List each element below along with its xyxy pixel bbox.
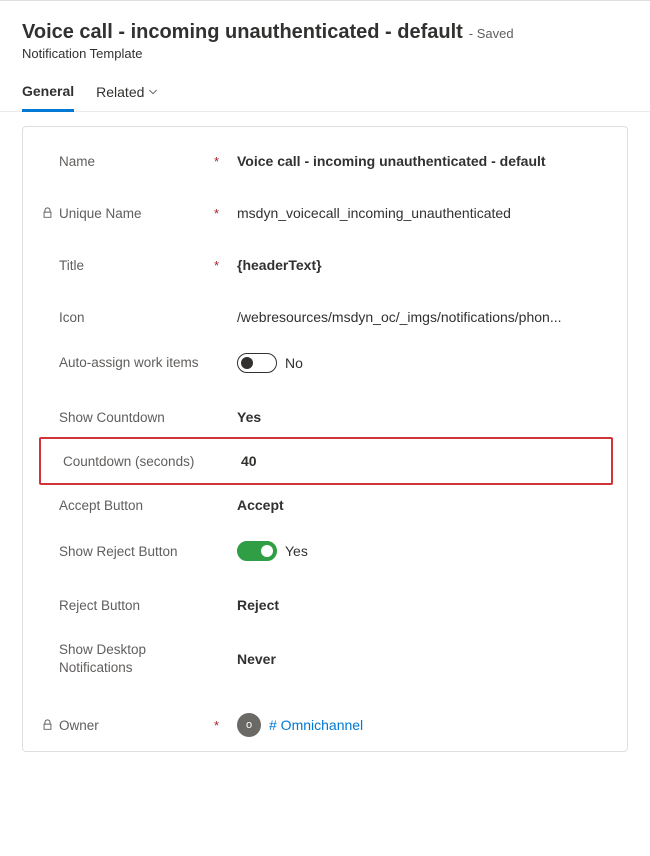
page-header: Voice call - incoming unauthenticated - …	[22, 21, 628, 61]
field-countdown-seconds: Countdown (seconds) 40	[41, 453, 611, 469]
chevron-down-icon	[148, 87, 158, 97]
lock-icon	[42, 719, 53, 731]
field-reject-button-label-cell: Reject Button	[37, 598, 225, 613]
field-show-desktop: Show Desktop Notifications Never	[37, 641, 613, 677]
tab-general[interactable]: General	[22, 83, 74, 112]
page-subtitle: Notification Template	[22, 46, 628, 61]
field-accept-button-label: Accept Button	[59, 498, 203, 513]
field-name-label-cell: Name *	[37, 154, 225, 169]
form-card: Name * Voice call - incoming unauthentic…	[22, 126, 628, 752]
field-icon-label-cell: Icon	[37, 310, 225, 325]
field-name-label: Name	[59, 154, 203, 169]
field-name: Name * Voice call - incoming unauthentic…	[37, 153, 613, 169]
field-show-countdown-value[interactable]: Yes	[225, 409, 613, 425]
field-auto-assign-label: Auto-assign work items	[59, 354, 203, 372]
field-unique-name-label-cell: Unique Name *	[37, 206, 225, 221]
auto-assign-toggle-label: No	[285, 355, 303, 371]
field-show-reject: Show Reject Button Yes	[37, 541, 613, 561]
field-title-label-cell: Title *	[37, 258, 225, 273]
save-status: - Saved	[469, 26, 514, 41]
auto-assign-toggle[interactable]	[237, 353, 277, 373]
field-unique-name: Unique Name * msdyn_voicecall_incoming_u…	[37, 205, 613, 221]
field-icon-label: Icon	[59, 310, 203, 325]
field-show-desktop-label-cell: Show Desktop Notifications	[37, 641, 225, 677]
tab-bar: General Related	[0, 83, 650, 112]
page-container: Voice call - incoming unauthenticated - …	[0, 0, 650, 772]
field-show-countdown: Show Countdown Yes	[37, 409, 613, 425]
field-title-label: Title	[59, 258, 203, 273]
field-reject-button-label: Reject Button	[59, 598, 203, 613]
tab-related-label: Related	[96, 84, 144, 100]
field-owner-value: o # Omnichannel	[225, 713, 613, 737]
field-accept-button-label-cell: Accept Button	[37, 498, 225, 513]
lock-icon	[42, 207, 53, 219]
tab-general-label: General	[22, 83, 74, 99]
toggle-knob	[241, 357, 253, 369]
field-accept-button: Accept Button Accept	[37, 497, 613, 513]
field-icon-value[interactable]: /webresources/msdyn_oc/_imgs/notificatio…	[225, 309, 613, 325]
field-countdown-seconds-value[interactable]: 40	[229, 453, 611, 469]
field-owner: Owner * o # Omnichannel	[37, 713, 613, 737]
field-countdown-seconds-label-cell: Countdown (seconds)	[41, 454, 229, 469]
field-show-reject-label-cell: Show Reject Button	[37, 544, 225, 559]
show-reject-toggle[interactable]	[237, 541, 277, 561]
field-owner-label: Owner	[59, 718, 203, 733]
field-show-countdown-label-cell: Show Countdown	[37, 410, 225, 425]
required-indicator: *	[209, 206, 219, 221]
field-show-desktop-value[interactable]: Never	[225, 651, 613, 667]
field-title-value[interactable]: {headerText}	[225, 257, 613, 273]
field-title: Title * {headerText}	[37, 257, 613, 273]
field-accept-button-value[interactable]: Accept	[225, 497, 613, 513]
field-unique-name-value: msdyn_voicecall_incoming_unauthenticated	[225, 205, 613, 221]
field-show-desktop-label: Show Desktop Notifications	[59, 641, 203, 677]
field-name-value[interactable]: Voice call - incoming unauthenticated - …	[225, 153, 613, 169]
tab-related[interactable]: Related	[96, 83, 158, 111]
toggle-knob	[261, 545, 273, 557]
owner-link[interactable]: # Omnichannel	[269, 717, 363, 733]
field-auto-assign: Auto-assign work items No	[37, 353, 613, 373]
field-auto-assign-value: No	[225, 353, 613, 373]
countdown-highlight: Countdown (seconds) 40	[39, 437, 613, 485]
field-unique-name-label: Unique Name	[59, 206, 203, 221]
field-auto-assign-label-cell: Auto-assign work items	[37, 354, 225, 372]
required-indicator: *	[209, 154, 219, 169]
field-reject-button: Reject Button Reject	[37, 597, 613, 613]
required-indicator: *	[209, 718, 219, 733]
field-countdown-seconds-label: Countdown (seconds)	[63, 454, 207, 469]
field-show-reject-value: Yes	[225, 541, 613, 561]
title-row: Voice call - incoming unauthenticated - …	[22, 21, 628, 44]
field-reject-button-value[interactable]: Reject	[225, 597, 613, 613]
field-show-countdown-label: Show Countdown	[59, 410, 203, 425]
required-indicator: *	[209, 258, 219, 273]
owner-avatar: o	[237, 713, 261, 737]
field-icon: Icon /webresources/msdyn_oc/_imgs/notifi…	[37, 309, 613, 325]
page-title: Voice call - incoming unauthenticated - …	[22, 21, 463, 44]
show-reject-toggle-label: Yes	[285, 543, 308, 559]
field-owner-label-cell: Owner *	[37, 718, 225, 733]
field-show-reject-label: Show Reject Button	[59, 544, 203, 559]
